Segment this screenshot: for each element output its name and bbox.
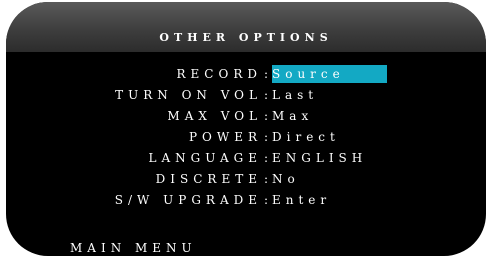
menu-item-label: S/W UPGRADE [114, 193, 262, 207]
menu-item-max-vol[interactable]: MAX VOL : Max [6, 107, 486, 125]
menu-item-value[interactable]: No [272, 170, 300, 188]
menu-item-label: LANGUAGE [148, 151, 262, 165]
menu-item-record[interactable]: RECORD : Source [6, 65, 486, 83]
menu-item-label: DISCRETE [155, 172, 262, 186]
menu-item-label: TURN ON VOL [115, 88, 262, 102]
menu-item-value[interactable]: ENGLISH [272, 149, 367, 167]
menu-item-value[interactable]: Enter [272, 191, 331, 209]
title-bar: OTHER OPTIONS [6, 2, 486, 52]
menu-item-label: POWER [188, 130, 262, 144]
menu-item-value-selected[interactable]: Source [272, 65, 387, 83]
menu-item-separator: : [264, 109, 274, 123]
menu-item-separator: : [264, 172, 274, 186]
menu-item-separator: : [264, 67, 274, 81]
page-title: OTHER OPTIONS [159, 31, 333, 44]
menu-item-separator: : [264, 151, 274, 165]
menu-item-power[interactable]: POWER : Direct [6, 128, 486, 146]
menu-item-language[interactable]: LANGUAGE : ENGLISH [6, 149, 486, 167]
menu-item-sw-upgrade[interactable]: S/W UPGRADE : Enter [6, 191, 486, 209]
menu-item-discrete[interactable]: DISCRETE : No [6, 170, 486, 188]
osd-screen: OTHER OPTIONS RECORD : Source TURN ON VO… [6, 2, 486, 256]
menu-item-turn-on-vol[interactable]: TURN ON VOL : Last [6, 86, 486, 104]
menu-item-value[interactable]: Direct [272, 128, 340, 146]
menu-item-value[interactable]: Last [272, 86, 318, 104]
menu-item-value[interactable]: Max [272, 107, 313, 125]
main-menu-link[interactable]: MAIN MENU [70, 239, 197, 256]
menu-item-separator: : [264, 193, 274, 207]
menu-item-label: RECORD [176, 67, 262, 81]
menu-item-separator: : [264, 130, 274, 144]
menu-item-separator: : [264, 88, 274, 102]
menu-item-label: MAX VOL [167, 109, 262, 123]
